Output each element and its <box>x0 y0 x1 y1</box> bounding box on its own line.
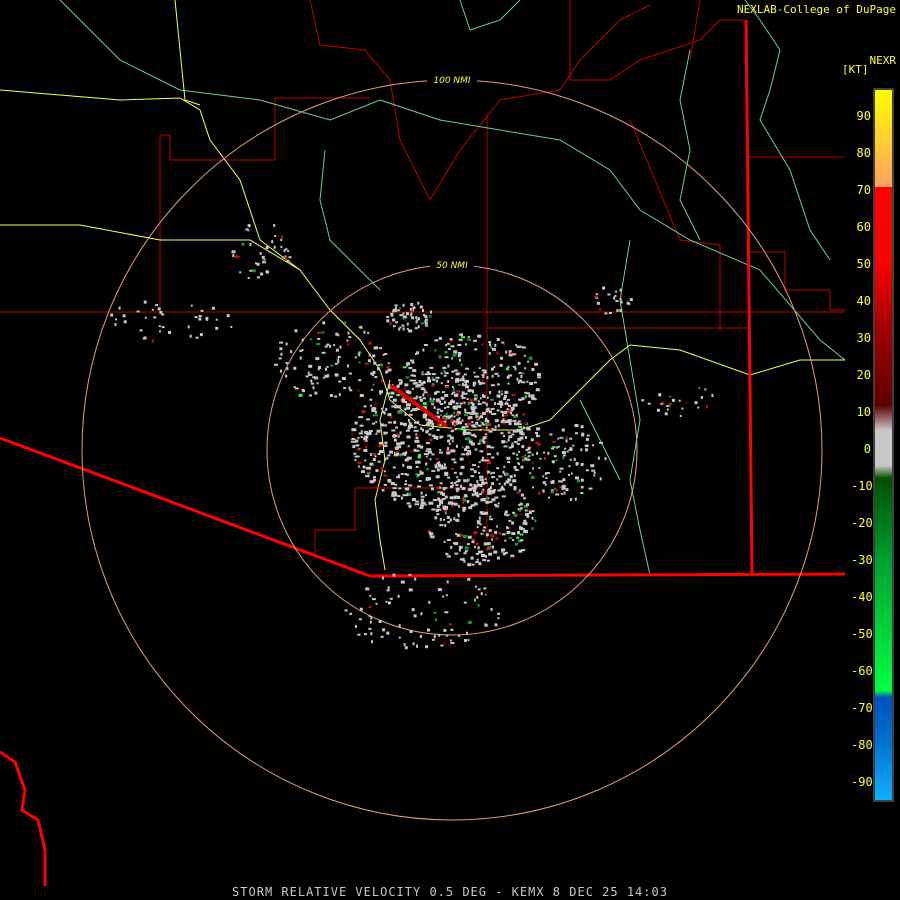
colorbar-tick: 70 <box>856 183 871 197</box>
colorbar-tick: -40 <box>851 590 873 604</box>
radar-display: 100 NMI 50 NMI NEXLAB-College of DuPage … <box>0 0 900 900</box>
colorbar-tick: -90 <box>851 775 873 789</box>
ring-label-50: 50 NMI <box>436 261 468 271</box>
colorbar-tick: 0 <box>863 442 871 456</box>
colorbar-tick: -10 <box>851 479 873 493</box>
rivers <box>59 0 846 576</box>
color-bar <box>873 88 894 802</box>
colorbar-tick: -50 <box>851 627 873 641</box>
colorbar-tick: 80 <box>856 146 871 160</box>
colorbar-tick: 10 <box>856 405 871 419</box>
radar-map: 100 NMI 50 NMI <box>0 0 894 886</box>
colorbar-tick: 90 <box>856 109 871 123</box>
units-label: [KT] <box>842 63 869 76</box>
colorbar-tick: -70 <box>851 701 873 715</box>
colorbar-tick: -30 <box>851 553 873 567</box>
colorbar-tick: 20 <box>856 368 871 382</box>
credit-label: NEXLAB-College of DuPage <box>737 3 896 16</box>
ring-label-100: 100 NMI <box>433 76 471 86</box>
radar-echoes <box>110 223 714 650</box>
product-footer: STORM RELATIVE VELOCITY 0.5 DEG - KEMX 8… <box>232 885 668 899</box>
colorbar-tick: 60 <box>856 220 871 234</box>
colorbar-tick: -20 <box>851 516 873 530</box>
colorbar-tick: -80 <box>851 738 873 752</box>
colorbar-tick: 50 <box>856 257 871 271</box>
product-code: NEXR <box>869 54 897 67</box>
state-borders <box>0 19 846 886</box>
colorbar-tick: 40 <box>856 294 871 308</box>
colorbar-tick: -60 <box>851 664 873 678</box>
colorbar-tick: 30 <box>856 331 871 345</box>
